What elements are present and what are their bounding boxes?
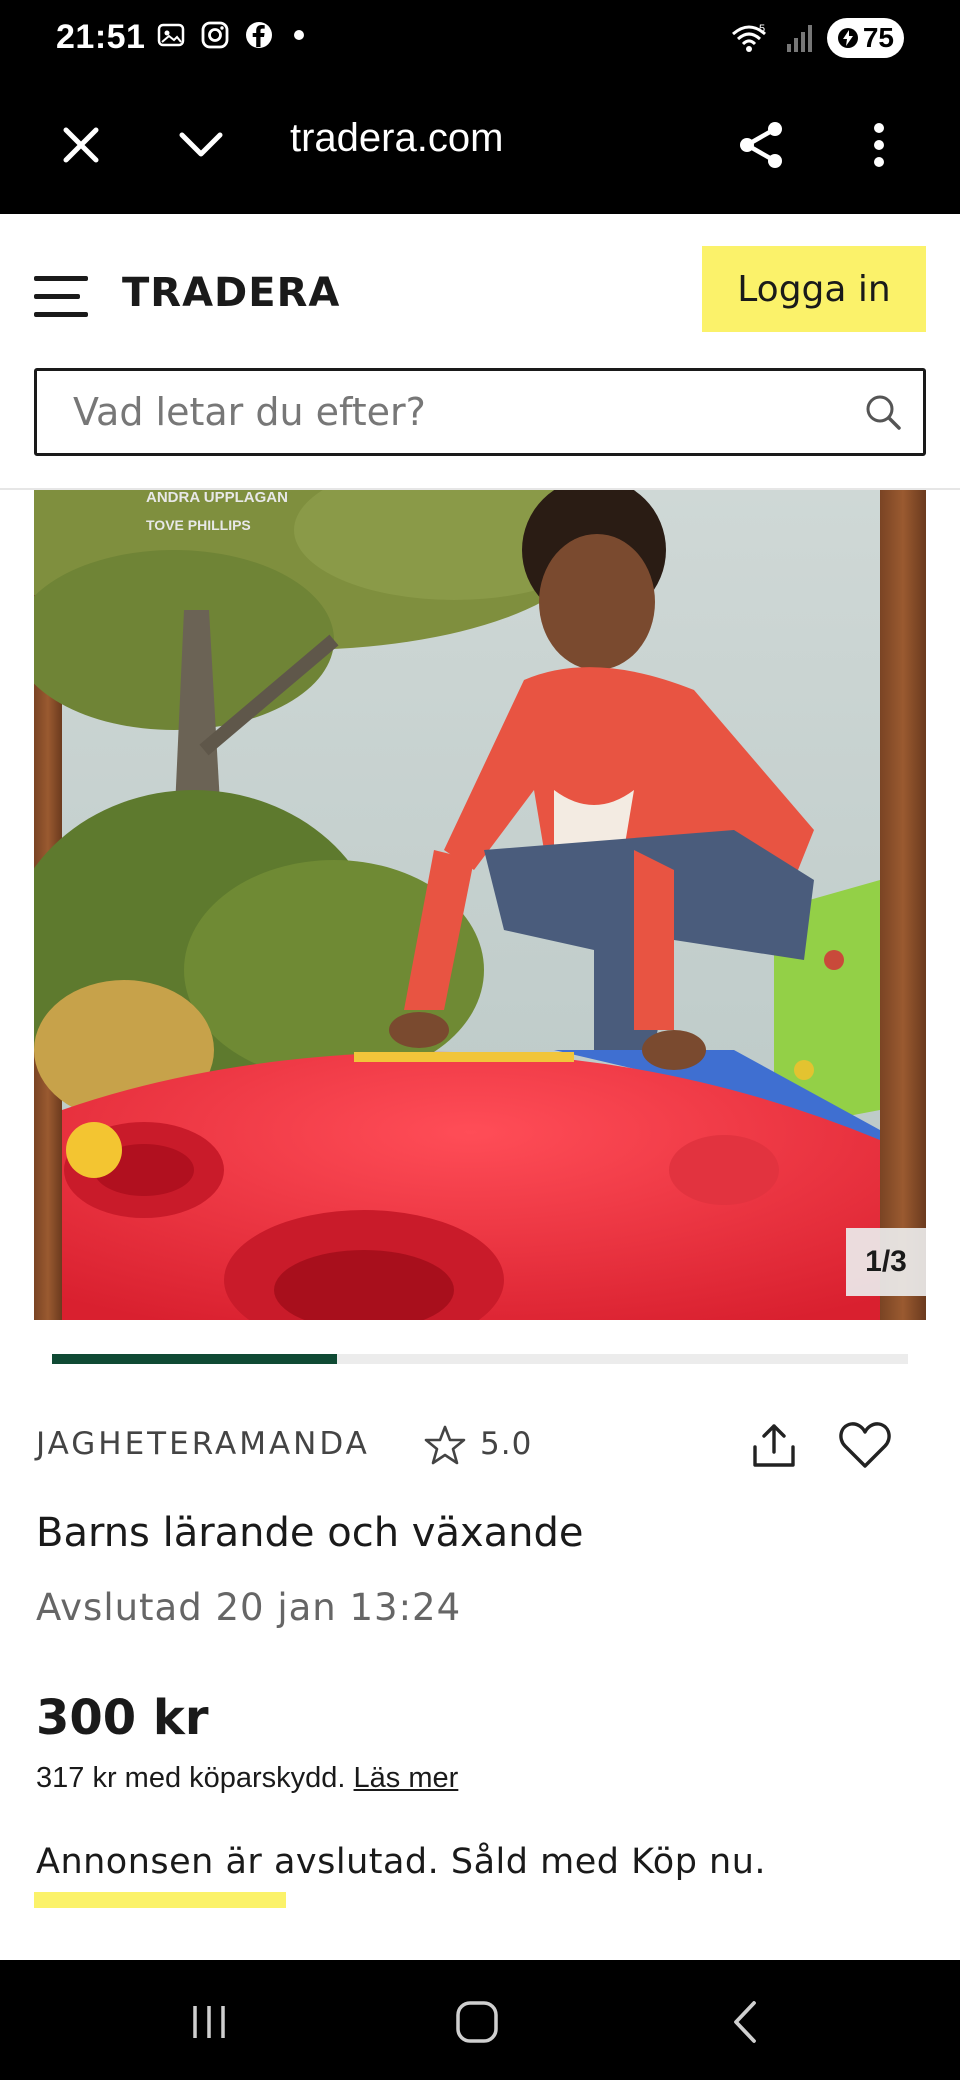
listing-end-time: Avslutad 20 jan 13:24 [36,1586,462,1629]
heart-icon [839,1422,891,1468]
gallery-notification-icon [157,23,185,47]
sold-note-highlight [34,1892,286,1908]
site-header: TRADERA Logga in [0,214,960,490]
system-navigation-bar [0,1960,960,2080]
search-box [34,368,926,456]
upload-share-icon [753,1424,795,1467]
product-image-gallery[interactable]: ANDRA UPPLAGAN TOVE PHILLIPS 1/3 [34,490,926,1320]
share-icon [740,122,782,168]
chevron-down-icon [179,132,223,157]
search-icon [866,395,901,430]
url-text[interactable]: tradera.com [290,116,503,161]
gallery-progress [52,1354,908,1364]
sold-note: Annonsen är avslutad. Såld med Köp nu. [36,1842,767,1882]
seller-row: JAGHETERAMANDA 5.0 [36,1420,926,1470]
charging-icon [837,28,858,48]
close-tab-button[interactable] [46,110,116,180]
share-listing-button[interactable] [742,1414,806,1478]
favorite-button[interactable] [832,1412,898,1478]
home-icon [456,2001,498,2043]
status-bar: 21:51 5 75 [0,0,960,80]
minimize-button[interactable] [166,110,236,180]
more-vert-icon [874,123,884,167]
back-button[interactable] [700,1982,790,2062]
recents-button[interactable] [164,1982,254,2062]
signal-icon [786,25,812,52]
listing-price: 300 kr [36,1690,209,1746]
image-counter: 1/3 [846,1228,926,1296]
seller-rating: 5.0 [480,1426,533,1462]
status-time: 21:51 [56,18,146,56]
buyer-protection-text: 317 kr med köparskydd. [36,1762,354,1794]
seller-name[interactable]: JAGHETERAMANDA [36,1426,370,1462]
star-icon [424,1425,466,1465]
notification-icons [156,20,304,50]
svg-text:5: 5 [759,23,765,35]
search-button[interactable] [843,372,923,452]
buyer-protection: 317 kr med köparskydd. Läs mer [36,1762,458,1795]
status-right: 5 75 [729,18,904,58]
listing-title: Barns lärande och växande [36,1510,584,1556]
more-notifications-dot [294,30,304,40]
battery-level: 75 [862,22,894,53]
svg-text:TOVE PHILLIPS: TOVE PHILLIPS [146,517,251,533]
login-button[interactable]: Logga in [702,246,926,332]
browser-toolbar: tradera.com [0,80,960,214]
back-icon [734,2001,756,2043]
wifi-icon: 5 [731,23,766,52]
search-input[interactable] [37,371,843,453]
share-page-button[interactable] [726,110,796,180]
tradera-logo[interactable]: TRADERA [122,270,340,316]
hamburger-icon[interactable] [34,276,90,320]
browser-menu-button[interactable] [844,110,914,180]
facebook-icon [246,22,272,48]
close-icon [63,127,99,163]
gallery-progress-fill [52,1354,338,1364]
instagram-icon [201,21,229,49]
read-more-link[interactable]: Läs mer [354,1762,459,1794]
product-photo: ANDRA UPPLAGAN TOVE PHILLIPS [34,490,926,1320]
recents-icon [193,2006,225,2038]
home-button[interactable] [432,1982,522,2062]
svg-text:ANDRA UPPLAGAN: ANDRA UPPLAGAN [146,490,288,506]
battery-indicator: 75 [826,18,904,58]
